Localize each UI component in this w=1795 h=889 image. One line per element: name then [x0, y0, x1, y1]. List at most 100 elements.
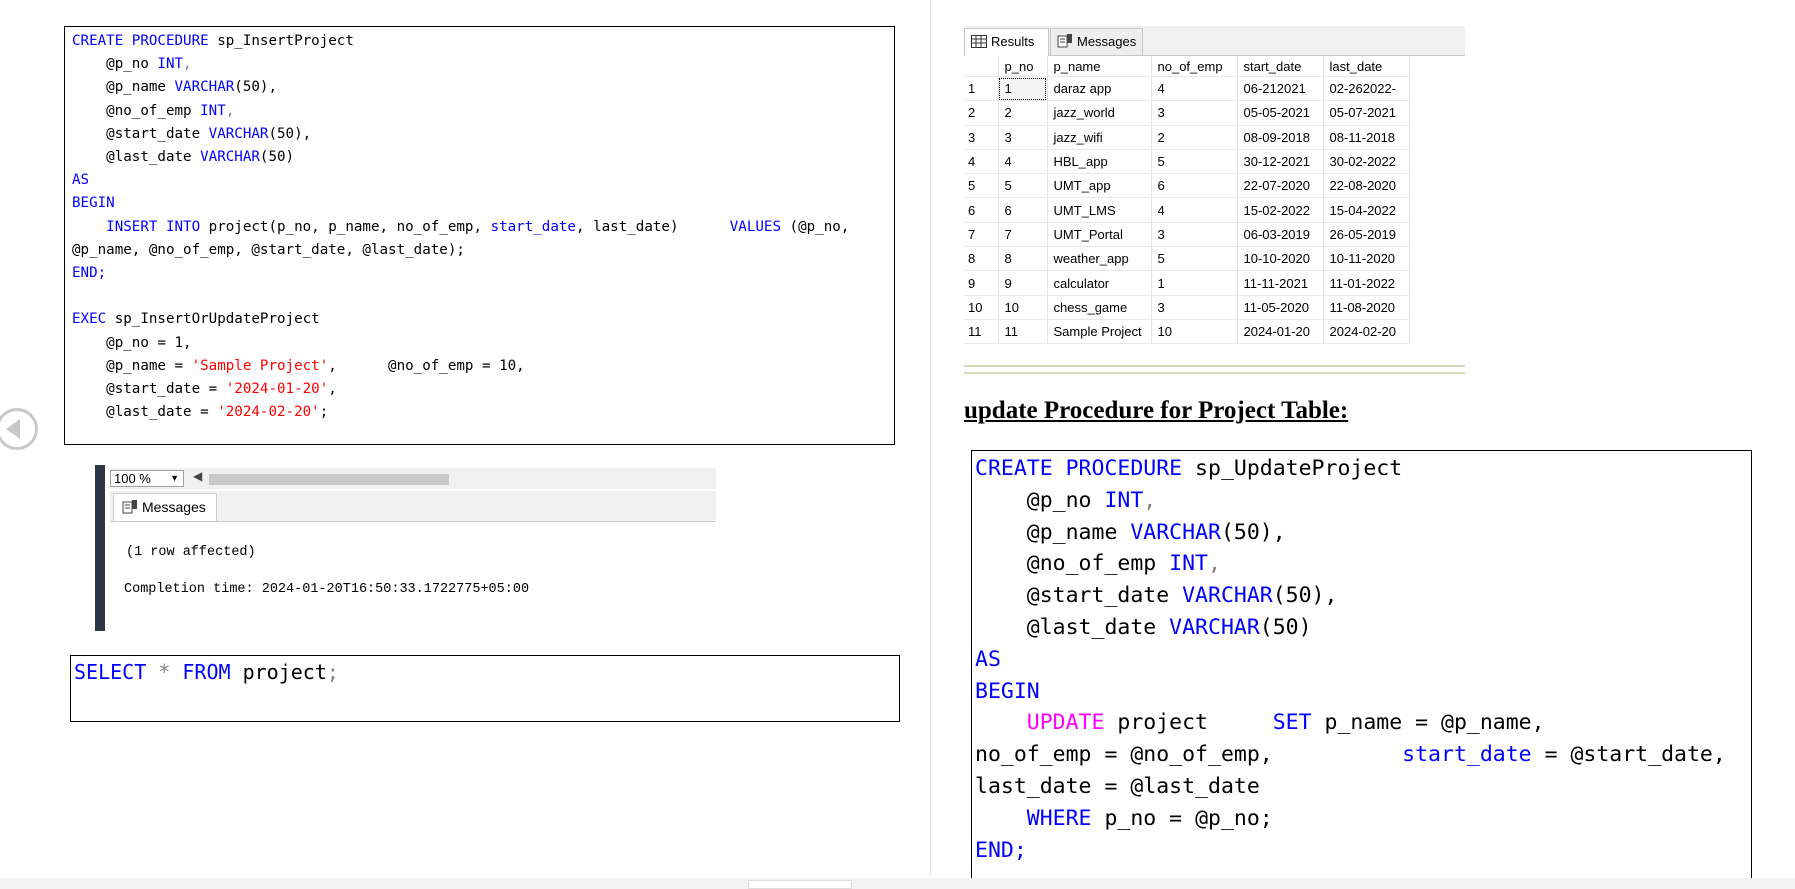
code-keyword: CREATE PROCEDURE	[72, 33, 209, 49]
table-cell[interactable]: 15-04-2022	[1323, 197, 1410, 223]
bottom-tab[interactable]	[748, 880, 852, 889]
table-cell[interactable]: 11-01-2022	[1323, 270, 1410, 296]
table-cell[interactable]: 08-09-2018	[1237, 125, 1324, 150]
table-cell[interactable]: 11-05-2020	[1237, 295, 1324, 320]
table-cell[interactable]: chess_game	[1047, 295, 1152, 320]
table-cell[interactable]: daraz app	[1047, 76, 1152, 102]
table-row[interactable]: 2 2 jazz_world 3 05-05-2021 05-07-2021	[964, 100, 1410, 126]
column-header[interactable]: last_date	[1323, 56, 1410, 77]
table-cell[interactable]: 4	[1151, 76, 1238, 102]
table-cell[interactable]: 4	[1151, 197, 1238, 223]
table-row[interactable]: 8 8 weather_app 5 10-10-2020 10-11-2020	[964, 246, 1410, 272]
table-cell[interactable]: 2024-01-20	[1237, 319, 1324, 345]
table-cell[interactable]: 08-11-2018	[1323, 125, 1410, 150]
table-cell[interactable]: 5	[1151, 246, 1238, 272]
table-cell[interactable]: 11-08-2020	[1323, 295, 1410, 320]
table-cell[interactable]: HBL_app	[1047, 149, 1152, 175]
table-row[interactable]: 9 9 calculator 1 11-11-2021 11-01-2022	[964, 270, 1410, 296]
table-cell[interactable]: UMT_LMS	[1047, 197, 1152, 223]
code-keyword: start_date	[490, 218, 576, 235]
table-row[interactable]: 5 5 UMT_app 6 22-07-2020 22-08-2020	[964, 173, 1410, 199]
table-cell[interactable]: 05-05-2021	[1237, 100, 1324, 126]
table-cell[interactable]: 22-08-2020	[1323, 173, 1410, 199]
tab-messages-label: Messages	[1077, 34, 1137, 49]
column-header[interactable]: no_of_emp	[1151, 56, 1238, 77]
table-cell[interactable]: 30-12-2021	[1237, 149, 1324, 175]
insert-procedure-code: CREATE PROCEDURE sp_InsertProject @p_no …	[65, 27, 894, 424]
table-cell[interactable]: weather_app	[1047, 246, 1152, 272]
table-cell[interactable]: 5	[1151, 149, 1238, 175]
table-cell[interactable]: 3	[1151, 100, 1238, 126]
table-cell[interactable]: 10-10-2020	[1237, 246, 1324, 272]
table-cell[interactable]: 06-03-2019	[1237, 222, 1324, 248]
table-cell[interactable]: 10-11-2020	[1323, 246, 1410, 272]
table-row[interactable]: 6 6 UMT_LMS 4 15-02-2022 15-04-2022	[964, 197, 1410, 223]
table-cell[interactable]: 11-11-2021	[1237, 270, 1324, 296]
column-header[interactable]: p_no	[998, 56, 1048, 77]
tab-messages[interactable]: Messages	[113, 493, 217, 521]
zoom-select[interactable]: 100 % ▼	[110, 470, 184, 487]
code-text: (50),	[268, 125, 312, 142]
table-cell[interactable]: 26-05-2019	[1323, 222, 1410, 248]
bottom-bar	[0, 878, 1795, 889]
table-cell[interactable]: 2	[1151, 125, 1238, 150]
table-row[interactable]: 4 4 HBL_app 5 30-12-2021 30-02-2022	[964, 149, 1410, 175]
table-cell[interactable]: jazz_wifi	[1047, 125, 1152, 150]
scroll-left-icon[interactable]: ◀	[193, 469, 202, 483]
table-cell[interactable]: 9	[998, 270, 1048, 296]
table-cell[interactable]: jazz_world	[1047, 100, 1152, 126]
table-cell[interactable]: 05-07-2021	[1323, 100, 1410, 126]
table-cell[interactable]: 3	[1151, 222, 1238, 248]
table-row[interactable]: 1 1 daraz app 4 06-212021 02-262022-	[964, 76, 1410, 102]
table-cell[interactable]: 02-262022-	[1323, 76, 1410, 102]
code-keyword: VARCHAR	[174, 79, 235, 96]
table-cell[interactable]: 2024-02-20	[1323, 319, 1410, 345]
table-cell[interactable]: 5	[998, 173, 1048, 199]
code-text: (50)	[259, 149, 295, 166]
editor-side-bar	[95, 465, 105, 631]
table-cell[interactable]: calculator	[1047, 270, 1152, 296]
code-text: (50),	[1220, 519, 1286, 545]
table-cell[interactable]: 1	[998, 76, 1048, 102]
code-text: @start_date	[72, 125, 209, 142]
previous-arrow-icon[interactable]	[0, 408, 38, 450]
table-cell[interactable]: 3	[998, 125, 1048, 150]
table-row[interactable]: 3 3 jazz_wifi 2 08-09-2018 08-11-2018	[964, 125, 1410, 150]
table-cell[interactable]: 6	[998, 197, 1048, 223]
table-cell[interactable]: 3	[1151, 295, 1238, 320]
row-number: 10	[964, 295, 999, 320]
table-row[interactable]: 11 11 Sample Project 10 2024-01-20 2024-02-20	[964, 319, 1410, 345]
horizontal-scrollbar[interactable]	[209, 474, 449, 485]
table-cell[interactable]: 4	[998, 149, 1048, 175]
table-row[interactable]: 10 10 chess_game 3 11-05-2020 11-08-2020	[964, 295, 1410, 320]
table-cell[interactable]: 2	[998, 100, 1048, 126]
table-cell[interactable]: 8	[998, 246, 1048, 272]
results-grid-pane: Results Messages p_no p_name no_of_emp s…	[964, 26, 1465, 374]
table-cell[interactable]: 22-07-2020	[1237, 173, 1324, 199]
table-cell[interactable]: 30-02-2022	[1323, 149, 1410, 175]
table-cell[interactable]: UMT_Portal	[1047, 222, 1152, 248]
column-header[interactable]: p_name	[1047, 56, 1152, 77]
code-text: project(p_no, p_name, no_of_emp,	[200, 218, 491, 235]
code-keyword: WHERE	[1026, 805, 1092, 831]
completion-time-text: Completion time: 2024-01-20T16:50:33.172…	[124, 582, 530, 597]
tab-results[interactable]: Results	[964, 28, 1049, 56]
table-cell[interactable]: Sample Project	[1047, 319, 1152, 345]
table-cell[interactable]: 6	[1151, 173, 1238, 199]
code-text: @p_no	[72, 56, 158, 73]
table-cell[interactable]: 06-212021	[1237, 76, 1324, 102]
column-header[interactable]: start_date	[1237, 56, 1324, 77]
code-text: @last_date	[975, 614, 1170, 640]
table-cell[interactable]: UMT_app	[1047, 173, 1152, 199]
table-cell[interactable]: 11	[998, 319, 1048, 345]
table-cell[interactable]: 10	[1151, 319, 1238, 345]
row-number: 4	[964, 149, 999, 175]
code-keyword: BEGIN	[72, 195, 115, 212]
table-cell[interactable]: 15-02-2022	[1237, 197, 1324, 223]
table-row[interactable]: 7 7 UMT_Portal 3 06-03-2019 26-05-2019	[964, 222, 1410, 248]
table-cell[interactable]: 7	[998, 222, 1048, 248]
table-cell[interactable]: 10	[998, 295, 1048, 320]
tab-messages[interactable]: Messages	[1050, 28, 1143, 55]
table-cell[interactable]: 1	[1151, 270, 1238, 296]
